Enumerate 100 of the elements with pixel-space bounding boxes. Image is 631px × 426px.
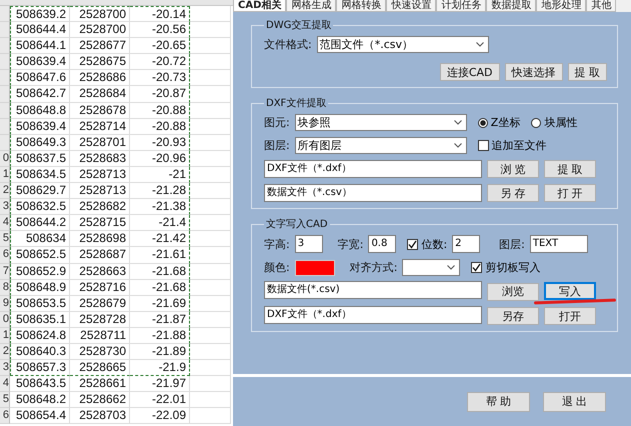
dropdown[interactable]: 范围文件（*.csv） [316, 36, 489, 53]
table-cell: 508648.9 [10, 280, 70, 296]
table-cell: -21.68 [130, 264, 190, 280]
field-label: 图元: [264, 115, 290, 130]
caret-icon [447, 265, 456, 270]
table-cell: 2528683 [70, 150, 130, 167]
table-cell: 2528713 [70, 166, 130, 184]
table-cell: 2528716 [70, 280, 130, 296]
caret-icon [454, 120, 462, 125]
table-cell [190, 150, 231, 167]
button[interactable]: 提 取 [544, 160, 596, 178]
tab[interactable]: 计划任务 [436, 0, 486, 12]
table-cell [190, 231, 231, 248]
table-cell [190, 408, 231, 424]
checkmark-icon [472, 263, 482, 272]
input-field[interactable]: DXF文件（*.dxf） [264, 160, 482, 178]
button[interactable]: 帮 助 [467, 392, 530, 412]
button[interactable]: 写入 [544, 282, 596, 300]
row-header [0, 118, 10, 135]
table-cell: -21.38 [130, 199, 190, 216]
button[interactable]: 提 取 [568, 63, 607, 81]
table-cell [190, 134, 231, 151]
input-field[interactable]: 数据文件(*.csv) [264, 281, 482, 300]
row-header: 3 [0, 360, 10, 376]
table-cell [190, 183, 231, 200]
button[interactable]: 打 开 [544, 184, 596, 202]
table-cell [190, 22, 231, 38]
field-label: 对齐方式: [350, 260, 398, 275]
table-cell: 2528675 [70, 54, 130, 70]
input-field[interactable]: 数据文件（*.csv） [264, 184, 482, 202]
input-field[interactable]: DXF文件（*.dxf） [264, 306, 482, 324]
table-cell: 508653.5 [10, 296, 70, 312]
input-field[interactable]: 3 [294, 235, 323, 253]
dropdown[interactable]: 所有图层 [294, 137, 467, 154]
radio-button[interactable]: Z坐标 [478, 115, 520, 130]
table-cell: 508647.6 [10, 70, 70, 86]
table-cell: 2528728 [70, 312, 130, 328]
table-cell: 508624.8 [10, 328, 70, 344]
table-cell [190, 376, 231, 392]
table-cell: -22.01 [130, 392, 190, 408]
table-cell: 2528700 [70, 6, 130, 22]
row-header: 2 [0, 183, 10, 200]
checkbox[interactable]: 追加至文件 [478, 138, 547, 153]
table-cell [190, 328, 231, 344]
row-header [0, 70, 10, 86]
dropdown[interactable]: 块参照 [294, 114, 467, 131]
button[interactable]: 另 存 [487, 184, 539, 202]
row-header [0, 38, 10, 54]
row-header: 6 [0, 408, 10, 424]
input-field[interactable]: TEXT [530, 235, 588, 253]
radio-button[interactable]: 块属性 [531, 115, 578, 130]
row-header: 3 [0, 199, 10, 216]
table-cell [190, 247, 231, 264]
tab[interactable]: 网格转换 [336, 0, 386, 12]
input-field[interactable]: 2 [452, 235, 480, 253]
table-cell: -21.87 [130, 312, 190, 328]
table-cell: -20.87 [130, 86, 190, 103]
tab[interactable]: 数据提取 [486, 0, 536, 12]
row-header [0, 6, 10, 22]
button[interactable]: 快速选择 [504, 63, 562, 81]
row-header [0, 102, 10, 119]
table-cell: 508634.5 [10, 166, 70, 184]
tab[interactable]: 快速设置 [386, 0, 436, 12]
table-cell: -21.4 [130, 215, 190, 232]
row-header [0, 86, 10, 103]
button[interactable]: 另存 [487, 307, 539, 325]
button[interactable]: 浏 览 [487, 160, 539, 178]
table-cell: 2528687 [70, 247, 130, 264]
tab[interactable]: 其他 [586, 0, 616, 12]
row-header: 4 [0, 376, 10, 392]
checkbox[interactable]: 剪切板写入 [471, 260, 540, 275]
button[interactable]: 浏览 [487, 282, 539, 300]
table-cell: 2528665 [70, 360, 130, 376]
table-cell: 2528684 [70, 86, 130, 103]
table-cell [190, 280, 231, 296]
button[interactable]: 退 出 [543, 392, 606, 412]
table-cell: 508634 [10, 231, 70, 248]
checkbox[interactable]: 位数: [407, 236, 448, 252]
table-cell: -21.68 [130, 280, 190, 296]
button[interactable]: 打开 [544, 307, 596, 325]
tab[interactable]: 网格生成 [286, 0, 336, 12]
table-cell: 508644.4 [10, 22, 70, 38]
table-cell [190, 392, 231, 408]
table-cell: -20.56 [130, 22, 190, 38]
button[interactable]: 连接CAD [440, 63, 500, 81]
table-cell: 508632.5 [10, 199, 70, 216]
dropdown[interactable] [402, 259, 460, 276]
table-cell [190, 38, 231, 54]
color-swatch[interactable] [294, 260, 335, 276]
row-header: 5 [0, 231, 10, 248]
table-cell: 2528715 [70, 215, 130, 232]
row-header [0, 22, 10, 38]
checkmark-icon [408, 240, 418, 248]
table-cell: 2528698 [70, 231, 130, 248]
tab[interactable]: 地形处理 [536, 0, 586, 12]
row-header: 7 [0, 264, 10, 280]
table-cell [190, 118, 231, 135]
table-cell: -21.28 [130, 183, 190, 200]
row-header: 8 [0, 280, 10, 296]
input-field[interactable]: 0.8 [368, 235, 396, 253]
